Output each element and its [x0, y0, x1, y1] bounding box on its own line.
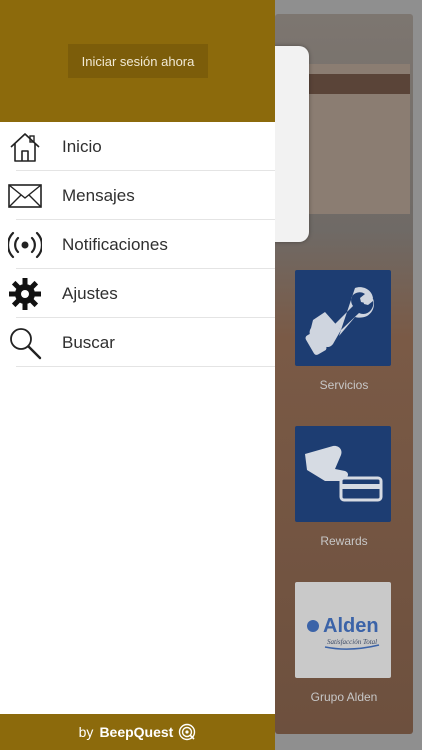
- menu-item-label: Notificaciones: [62, 234, 168, 254]
- wrench-hand-icon: [305, 287, 375, 355]
- grupo-alden-tile[interactable]: Alden Satisfacción Total: [295, 582, 391, 678]
- svg-text:Alden: Alden: [323, 615, 379, 637]
- home-icon: [8, 130, 42, 164]
- rewards-label: Rewards: [320, 534, 368, 548]
- menu-item-buscar[interactable]: Buscar: [0, 318, 275, 367]
- menu-item-ajustes[interactable]: Ajustes: [0, 269, 275, 318]
- menu-item-inicio[interactable]: Inicio: [0, 122, 275, 171]
- drawer-header: Iniciar sesión ahora: [0, 0, 275, 122]
- drawer-footer: by BeepQuest: [0, 714, 275, 750]
- menu-item-label: Ajustes: [62, 283, 118, 303]
- footer-brand: BeepQuest: [99, 724, 174, 740]
- menu-item-mensajes[interactable]: Mensajes: [0, 171, 275, 220]
- rewards-tile[interactable]: [295, 426, 391, 522]
- login-button[interactable]: Iniciar sesión ahora: [68, 44, 208, 78]
- broadcast-icon: [8, 228, 42, 262]
- grupo-alden-label: Grupo Alden: [310, 690, 378, 704]
- navigation-drawer: Iniciar sesión ahora Inicio Mensajes Not…: [0, 0, 275, 750]
- background-photo: Servicios Rewards Alden Satisfacción Tot…: [275, 14, 413, 734]
- background-app: Servicios Rewards Alden Satisfacción Tot…: [275, 0, 422, 750]
- footer-by-text: by: [78, 724, 94, 740]
- svg-text:Satisfacción Total: Satisfacción Total: [327, 638, 377, 646]
- drawer-menu: Inicio Mensajes Notificaciones Ajustes B…: [0, 122, 275, 367]
- background-card: [275, 46, 309, 242]
- card-hand-icon: [305, 445, 383, 502]
- alden-logo: Alden Satisfacción Total: [307, 615, 380, 650]
- beepquest-logo-icon: [179, 723, 196, 741]
- building-image: [305, 64, 410, 214]
- menu-item-label: Inicio: [62, 136, 102, 156]
- servicios-tile[interactable]: [295, 270, 391, 366]
- menu-item-label: Mensajes: [62, 185, 135, 205]
- gear-icon: [8, 277, 42, 311]
- search-icon: [8, 326, 42, 360]
- servicios-label: Servicios: [319, 378, 369, 392]
- menu-item-label: Buscar: [62, 332, 115, 352]
- envelope-icon: [8, 179, 42, 213]
- menu-item-notificaciones[interactable]: Notificaciones: [0, 220, 275, 269]
